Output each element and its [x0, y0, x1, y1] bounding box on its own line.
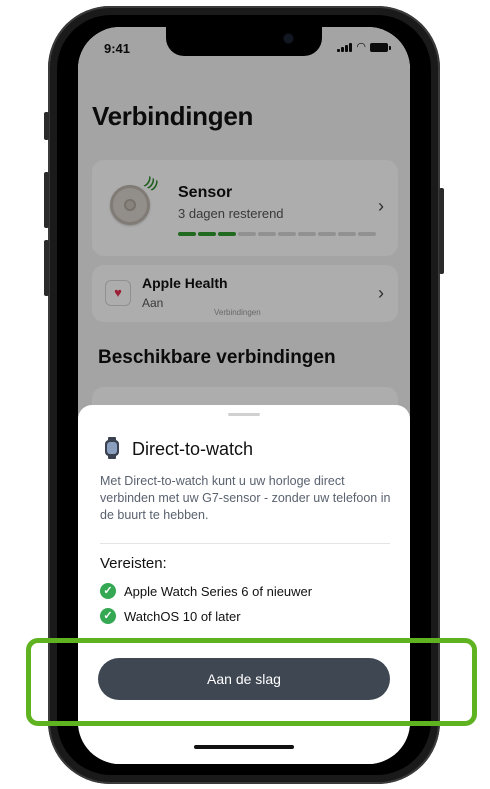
volume-down-button: [44, 240, 49, 296]
page: 9:41 ◠ Verbindingen ))) Sensor 3 dagen r…: [0, 0, 490, 789]
highlight-frame: [26, 638, 477, 726]
requirement-text: WatchOS 10 of later: [124, 608, 241, 624]
mute-switch: [44, 112, 49, 140]
requirement-text: Apple Watch Series 6 of nieuwer: [124, 583, 313, 599]
watch-icon: [104, 437, 120, 459]
sheet-description: Met Direct-to-watch kunt u uw horloge di…: [100, 474, 391, 522]
sheet-grabber[interactable]: [228, 413, 260, 416]
check-circle-icon: ✓: [100, 608, 116, 624]
sheet-title: Direct-to-watch: [132, 439, 254, 459]
check-circle-icon: ✓: [100, 583, 116, 599]
divider: [100, 543, 390, 544]
requirement-item: ✓ WatchOS 10 of later: [100, 608, 241, 624]
volume-up-button: [44, 172, 49, 228]
power-button: [439, 188, 444, 274]
requirements-title: Vereisten:: [100, 555, 167, 572]
requirement-item: ✓ Apple Watch Series 6 of nieuwer: [100, 583, 312, 599]
home-indicator: [194, 745, 294, 749]
